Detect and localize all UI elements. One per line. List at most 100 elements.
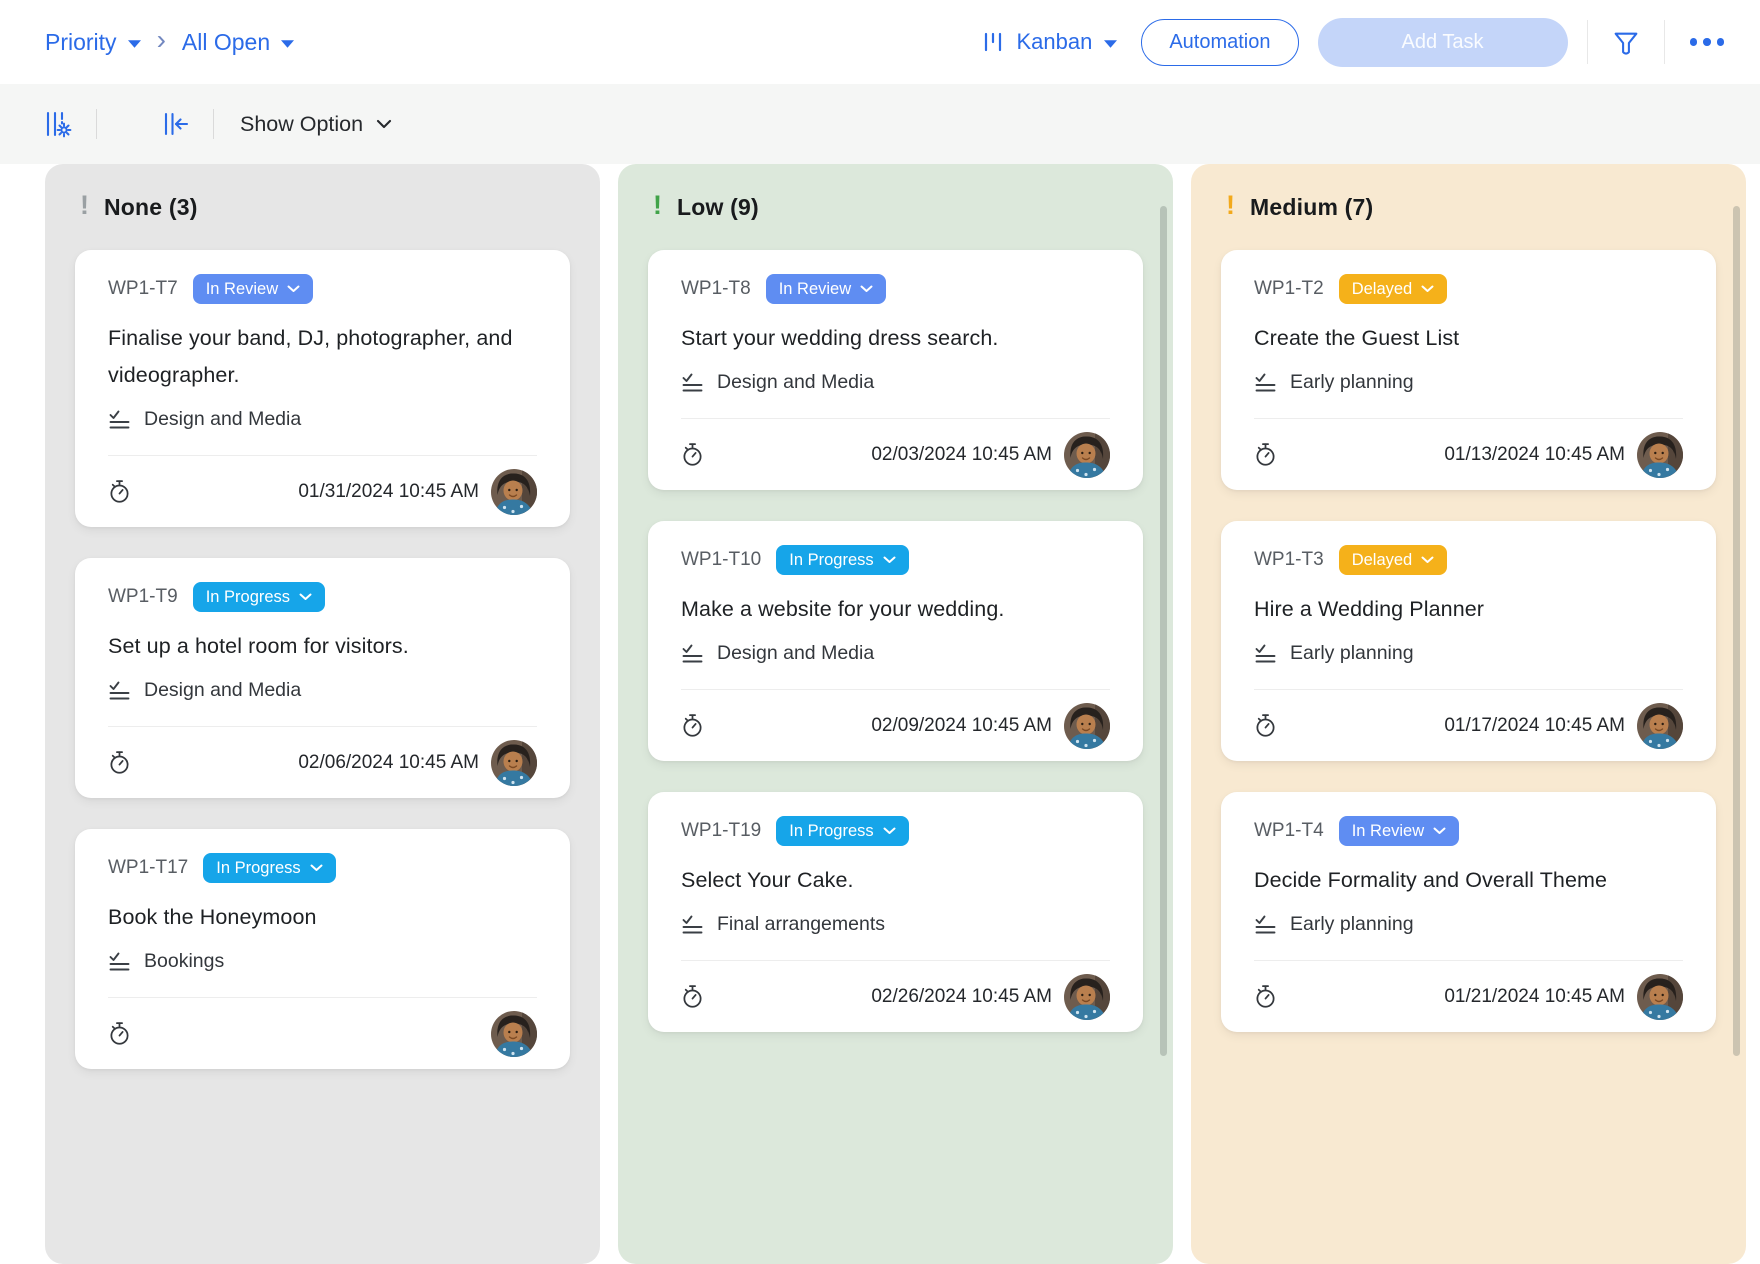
filter-button[interactable] [1607,24,1645,61]
avatar-photo [491,469,537,515]
card-footer: 01/13/2024 10:45 AM [1254,418,1683,490]
card-header: WP1-T10 In Progress [681,545,1110,575]
board-settings-button[interactable] [42,109,74,139]
task-card[interactable]: WP1-T17 In Progress Book the Honeymoon B… [75,829,570,1069]
tasklist-label: Early planning [1290,642,1414,665]
task-card[interactable]: WP1-T19 In Progress Select Your Cake. Fi… [648,792,1143,1032]
tasklist-icon [1254,914,1277,935]
task-id: WP1-T3 [1254,549,1324,571]
tasklist-row: Design and Media [108,679,537,726]
status-badge[interactable]: In Progress [776,545,908,575]
status-badge[interactable]: In Review [1339,816,1459,846]
card-header: WP1-T9 In Progress [108,582,537,612]
column-title: None (3) [104,194,198,221]
column-header: ! Low (9) [648,190,1143,224]
tasklist-icon [108,680,131,701]
card-footer: 02/06/2024 10:45 AM [108,726,537,798]
due-date: 01/17/2024 10:45 AM [1444,715,1625,737]
chevron-down-icon [1104,40,1117,48]
tasklist-label: Bookings [144,950,224,973]
task-title: Start your wedding dress search. [681,320,1110,357]
column-scrollbar-thumb[interactable] [1160,206,1167,1056]
assignee-avatar[interactable] [1064,974,1110,1020]
chevron-down-icon [281,40,294,48]
status-badge[interactable]: Delayed [1339,545,1448,575]
timer-icon [108,750,131,775]
avatar-photo [1637,974,1683,1020]
breadcrumb: Priority › All Open [45,26,294,58]
task-card[interactable]: WP1-T8 In Review Start your wedding dres… [648,250,1143,490]
header-actions: Kanban Automation Add Task [982,0,1730,84]
show-option-dropdown[interactable]: Show Option [240,112,392,137]
task-card[interactable]: WP1-T9 In Progress Set up a hotel room f… [75,558,570,798]
column-title: Low (9) [677,194,759,221]
kanban-board: ! None (3) WP1-T7 In Review Finalise you… [45,164,1746,1264]
tasklist-icon [1254,643,1277,664]
tasklist-row: Early planning [1254,371,1683,418]
status-badge[interactable]: In Progress [193,582,325,612]
tasklist-row: Early planning [1254,913,1683,960]
task-card[interactable]: WP1-T7 In Review Finalise your band, DJ,… [75,250,570,527]
task-id: WP1-T8 [681,278,751,300]
task-id: WP1-T7 [108,278,178,300]
toolbar-divider [213,109,214,139]
status-label: In Progress [206,588,290,607]
status-badge[interactable]: In Progress [203,853,335,883]
status-badge[interactable]: In Review [193,274,313,304]
tasklist-row: Final arrangements [681,913,1110,960]
due-date: 02/03/2024 10:45 AM [871,444,1052,466]
more-options-button[interactable] [1684,32,1731,52]
column-scrollbar-thumb[interactable] [1733,206,1740,1056]
task-card[interactable]: WP1-T3 Delayed Hire a Wedding Planner Ea… [1221,521,1716,761]
assignee-avatar[interactable] [1064,432,1110,478]
status-badge[interactable]: In Progress [776,816,908,846]
task-id: WP1-T4 [1254,820,1324,842]
header-divider [1664,20,1665,64]
collapse-columns-icon [161,109,191,139]
status-label: In Progress [216,859,300,878]
add-task-button[interactable]: Add Task [1318,18,1568,67]
card-footer: 01/17/2024 10:45 AM [1254,689,1683,761]
assignee-avatar[interactable] [491,469,537,515]
timer-icon [108,479,131,504]
show-option-label: Show Option [240,112,363,137]
chevron-down-icon [299,593,312,601]
tasklist-icon [108,951,131,972]
status-badge[interactable]: Delayed [1339,274,1448,304]
assignee-avatar[interactable] [491,740,537,786]
collapse-columns-button[interactable] [161,109,191,139]
board-settings-icon [42,109,74,139]
task-card[interactable]: WP1-T2 Delayed Create the Guest List Ear… [1221,250,1716,490]
chevron-down-icon [860,285,873,293]
task-card[interactable]: WP1-T4 In Review Decide Formality and Ov… [1221,792,1716,1032]
card-footer: 02/03/2024 10:45 AM [681,418,1110,490]
breadcrumb-view-dropdown[interactable]: All Open [182,29,294,56]
automation-button[interactable]: Automation [1141,19,1298,66]
tasklist-row: Early planning [1254,642,1683,689]
assignee-avatar[interactable] [1064,703,1110,749]
chevron-down-icon [376,119,392,129]
assignee-avatar[interactable] [1637,432,1683,478]
breadcrumb-project-dropdown[interactable]: Priority [45,29,141,56]
status-label: In Progress [789,551,873,570]
task-title: Decide Formality and Overall Theme [1254,862,1683,899]
card-header: WP1-T3 Delayed [1254,545,1683,575]
status-label: In Progress [789,822,873,841]
status-badge[interactable]: In Review [766,274,886,304]
avatar-photo [491,740,537,786]
board-toolbar: Show Option [0,84,1760,164]
chevron-down-icon [883,827,896,835]
view-switcher-kanban[interactable]: Kanban [982,29,1117,55]
assignee-avatar[interactable] [491,1011,537,1057]
timer-icon [1254,442,1277,467]
column-cards: WP1-T2 Delayed Create the Guest List Ear… [1221,250,1716,1032]
tasklist-icon [681,643,704,664]
kanban-column: ! None (3) WP1-T7 In Review Finalise you… [45,164,600,1264]
chevron-down-icon [128,40,141,48]
assignee-avatar[interactable] [1637,703,1683,749]
priority-icon: ! [653,192,662,219]
timer-icon [681,984,704,1009]
assignee-avatar[interactable] [1637,974,1683,1020]
status-label: Delayed [1352,280,1413,299]
task-card[interactable]: WP1-T10 In Progress Make a website for y… [648,521,1143,761]
